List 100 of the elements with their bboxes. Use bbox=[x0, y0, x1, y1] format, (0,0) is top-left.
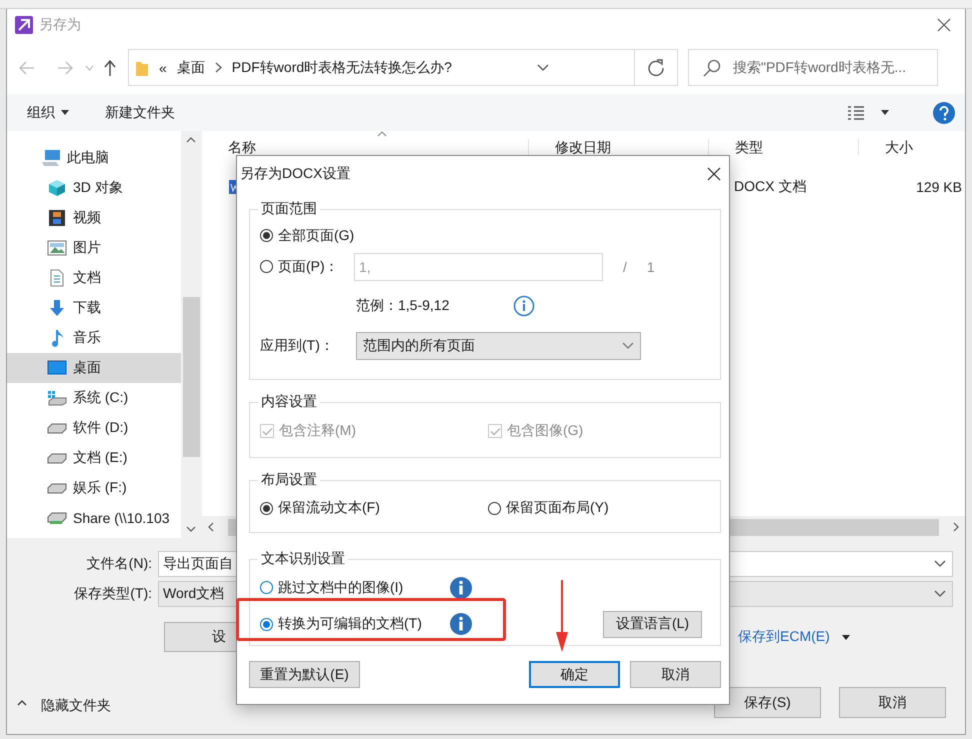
image-icon bbox=[47, 240, 67, 256]
field-label: 保存类型(T): bbox=[73, 585, 153, 603]
chevron-down-icon bbox=[622, 342, 634, 350]
nav-item[interactable]: 娱乐 (F:) bbox=[7, 473, 181, 503]
scrollbar[interactable] bbox=[181, 131, 201, 538]
chevron-right-icon bbox=[214, 62, 222, 73]
info-icon bbox=[450, 613, 472, 635]
nav-label: 音乐 bbox=[73, 329, 101, 347]
nav-item[interactable]: Share (\\10.103 bbox=[7, 503, 181, 533]
save-to-ecm-link[interactable]: 保存到ECM(E) bbox=[738, 628, 830, 646]
group-title: 内容设置 bbox=[260, 393, 318, 411]
group-title: 布局设置 bbox=[260, 471, 318, 489]
scroll-right-icon[interactable] bbox=[953, 522, 959, 532]
field-label: 应用到(T)： bbox=[260, 337, 335, 355]
network-drive-icon bbox=[47, 511, 67, 525]
type-cell-text: DOCX 文档 bbox=[734, 178, 808, 196]
chevron-down-icon bbox=[934, 590, 946, 598]
radio-button[interactable] bbox=[488, 502, 501, 514]
drive-icon bbox=[47, 482, 67, 494]
computer-icon bbox=[41, 149, 61, 167]
search-field[interactable]: 搜索"PDF转word时表格无... bbox=[688, 49, 938, 86]
info-icon bbox=[450, 576, 472, 598]
nav-item[interactable]: 系统 (C:) bbox=[7, 383, 181, 413]
caret-down-icon[interactable] bbox=[842, 634, 850, 640]
column-header[interactable]: 名称 bbox=[202, 139, 528, 155]
dialog-title: 另存为DOCX设置 bbox=[240, 165, 350, 183]
refresh-icon[interactable] bbox=[647, 58, 665, 76]
nav-item[interactable]: 桌面 bbox=[7, 353, 181, 383]
info-icon bbox=[513, 295, 536, 317]
radio-button[interactable] bbox=[260, 618, 273, 630]
nav-item[interactable]: 此电脑 bbox=[7, 143, 181, 173]
close-icon[interactable] bbox=[707, 167, 721, 181]
nav-item[interactable]: 图片 bbox=[7, 233, 181, 263]
radio-button[interactable] bbox=[260, 229, 273, 242]
example-text: 范例：1,5-9,12 bbox=[356, 297, 450, 315]
nav-item[interactable]: 视频 bbox=[7, 203, 181, 233]
nav-label: 文档 bbox=[73, 269, 101, 287]
caret-down-icon bbox=[61, 110, 69, 115]
option-label: 保留流动文本(F) bbox=[278, 499, 380, 517]
caret-down-icon[interactable] bbox=[881, 110, 889, 115]
save-button[interactable]: 保存(S) bbox=[714, 687, 821, 718]
overflow-chevron[interactable]: « bbox=[159, 60, 167, 76]
size-cell-text: 129 KB bbox=[915, 179, 962, 195]
nav-label: Share (\\10.103 bbox=[73, 510, 170, 526]
nav-item[interactable]: 文档 (E:) bbox=[7, 443, 181, 473]
up-arrow-icon[interactable] bbox=[104, 60, 116, 76]
radio-button[interactable] bbox=[260, 260, 273, 273]
radio-button[interactable] bbox=[260, 581, 273, 594]
scroll-thumb[interactable] bbox=[182, 297, 200, 457]
nav-label: 娱乐 (F:) bbox=[73, 479, 127, 497]
chevron-down-icon[interactable] bbox=[536, 64, 549, 72]
nav-item[interactable]: 3D 对象 bbox=[7, 173, 181, 203]
nav-item[interactable]: 文档 bbox=[7, 263, 181, 293]
scroll-left-icon[interactable] bbox=[208, 522, 214, 532]
nav-label: 3D 对象 bbox=[73, 179, 123, 197]
nav-label: 视频 bbox=[73, 209, 101, 227]
nav-label: 下载 bbox=[73, 299, 101, 317]
radio-button[interactable] bbox=[260, 502, 273, 514]
cancel-button[interactable]: 取消 bbox=[839, 687, 946, 718]
chevron-down-icon bbox=[934, 560, 946, 568]
dialog-button[interactable]: 确定 bbox=[529, 661, 620, 688]
scroll-down-icon[interactable] bbox=[186, 526, 196, 532]
app-logo-icon bbox=[15, 16, 33, 34]
desktop-icon bbox=[47, 360, 67, 376]
sort-caret-icon bbox=[377, 131, 387, 137]
set-language-button[interactable]: 设置语言(L) bbox=[603, 610, 702, 638]
address-bar[interactable]: « 桌面 PDF转word时表格无法转换怎么办? bbox=[128, 49, 678, 86]
view-options-icon[interactable] bbox=[847, 104, 865, 120]
nav-item[interactable]: 下载 bbox=[7, 293, 181, 323]
dialog-button[interactable]: 取消 bbox=[630, 661, 721, 688]
close-icon[interactable] bbox=[937, 18, 951, 32]
field-label: 文件名(N): bbox=[86, 555, 153, 573]
download-icon bbox=[48, 299, 66, 317]
drive-icon bbox=[47, 390, 67, 406]
document-icon bbox=[49, 269, 65, 287]
page-total: 1 bbox=[646, 258, 655, 274]
breadcrumb[interactable]: 桌面 bbox=[176, 58, 205, 76]
caret-up-icon[interactable] bbox=[17, 700, 27, 706]
search-placeholder: 搜索"PDF转word时表格无... bbox=[733, 58, 906, 76]
nav-item[interactable]: 软件 (D:) bbox=[7, 413, 181, 443]
breadcrumb[interactable]: PDF转word时表格无法转换怎么办? bbox=[232, 58, 452, 76]
option-label: 跳过文档中的图像(I) bbox=[278, 578, 404, 596]
column-header[interactable]: 大小 bbox=[858, 139, 944, 155]
search-icon bbox=[703, 58, 721, 76]
scroll-up-icon[interactable] bbox=[186, 137, 196, 143]
option-label: 保留页面布局(Y) bbox=[506, 499, 609, 517]
help-icon[interactable] bbox=[933, 102, 955, 124]
checkbox-label: 包含图像(G) bbox=[507, 422, 584, 440]
group-title: 页面范围 bbox=[260, 200, 318, 218]
drive-icon bbox=[47, 422, 67, 434]
arrow bbox=[554, 580, 570, 652]
field-value: Word文档 bbox=[163, 585, 224, 603]
new-folder-button[interactable]: 新建文件夹 bbox=[105, 104, 175, 122]
option-label: 页面(P)： bbox=[278, 258, 339, 276]
apply-to-dropdown[interactable]: 范围内的所有页面 bbox=[356, 332, 641, 360]
organize-menu[interactable]: 组织 bbox=[27, 104, 55, 122]
dropdown-value: 范围内的所有页面 bbox=[363, 337, 475, 355]
dialog-button[interactable]: 重置为默认(E) bbox=[249, 661, 360, 688]
hide-folders-toggle[interactable]: 隐藏文件夹 bbox=[41, 696, 111, 714]
nav-item[interactable]: 音乐 bbox=[7, 323, 181, 353]
